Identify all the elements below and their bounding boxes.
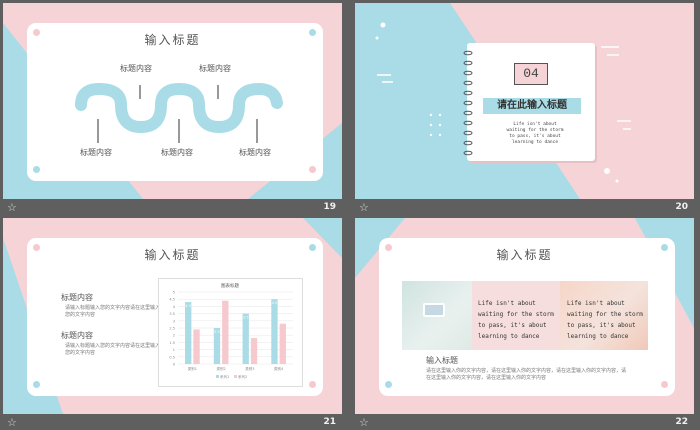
bar-chart: 图表标题 0 0.5 1 1.5 2 2.5 3 3.5 4 4.5 5 4.3 类别1 2.5 类别2 3.5…	[169, 282, 293, 379]
slide-footer: ☆ 20	[355, 199, 694, 218]
section-number-box: 04	[514, 63, 548, 85]
step-label: 标题内容	[239, 148, 271, 157]
x-tick-label: 类别1	[188, 366, 197, 371]
data-label: 4.3	[185, 304, 191, 308]
clock-icon	[252, 104, 263, 115]
note-icon	[93, 103, 103, 114]
x-tick-label: 类别3	[245, 366, 254, 371]
section-heading: 请在此输入标题	[483, 98, 581, 114]
y-tick-label: 1	[173, 348, 175, 352]
step-label: 标题内容	[120, 64, 152, 73]
slide-number: 19	[323, 202, 336, 212]
slide-title: 输入标题	[144, 248, 201, 262]
slide-number: 21	[323, 417, 336, 427]
item-heading: 标题内容	[61, 293, 93, 302]
bar	[193, 329, 200, 364]
y-tick-label: 5	[173, 291, 175, 295]
x-tick-label: 类别2	[217, 366, 226, 371]
slide-number: 22	[675, 417, 688, 427]
star-icon[interactable]: ☆	[7, 201, 17, 215]
y-tick-label: 4.5	[169, 298, 175, 302]
gear-icon	[212, 105, 223, 116]
y-tick-label: 4	[173, 305, 176, 309]
legend-label: 系列2	[238, 374, 247, 379]
y-tick-label: 2.5	[169, 327, 175, 331]
slide-thumbnail-21[interactable]: 输入标题 标题内容 请输入标题输入您的文字内容请在这里输入您的文字内容 标题内容…	[3, 218, 342, 430]
quote-text: Life isn't about waiting for the storm t…	[478, 300, 554, 340]
quote-text: Life isn't about waiting for the storm t…	[567, 300, 643, 340]
step-label: 标题内容	[80, 148, 112, 157]
slide-footer: ☆ 19	[3, 199, 342, 218]
y-tick-label: 3.5	[169, 312, 175, 316]
item-body: 请输入标题输入您的文字内容请在这里输入您的文字内容	[65, 343, 161, 356]
slide-footer: ☆ 21	[3, 414, 342, 430]
camera-icon	[133, 105, 145, 114]
bar	[271, 299, 278, 364]
y-tick-label: 0	[173, 363, 175, 367]
slide-thumbnail-19[interactable]: 输入标题 标题内容 标题内容 标题内容 标题内容 标题内容 ☆ 19	[3, 3, 342, 218]
corner-dot	[385, 381, 392, 388]
legend-swatch	[234, 375, 237, 378]
step-label: 标题内容	[199, 64, 231, 73]
laptop-icon	[423, 303, 445, 317]
star-icon[interactable]: ☆	[359, 201, 369, 215]
star-icon[interactable]: ☆	[7, 416, 17, 430]
star-icon[interactable]: ☆	[359, 416, 369, 430]
y-tick-label: 0.5	[169, 355, 175, 359]
step-label: 标题内容	[161, 148, 193, 157]
slide-footer: ☆ 22	[355, 414, 694, 430]
bar	[222, 300, 229, 364]
bar	[250, 338, 258, 364]
quote-text: Life isn't about waiting for the storm t…	[506, 122, 564, 145]
bar	[279, 323, 286, 364]
item-body: 请输入标题输入您的文字内容请在这里输入您的文字内容	[65, 305, 161, 318]
x-tick-label: 类别4	[274, 366, 284, 371]
slide-19[interactable]: 输入标题 标题内容 标题内容 标题内容 标题内容 标题内容	[3, 3, 342, 199]
slide-22[interactable]: 输入标题 Life isn't about waiting for the st…	[355, 218, 694, 414]
data-label: 3.5	[243, 316, 249, 320]
y-tick-label: 2	[173, 334, 175, 338]
corner-dot	[33, 381, 40, 388]
cloud-icon	[173, 103, 186, 112]
body-text: 请在这里输入你的文字内容，请在这里输入你的文字内容，请在这里输入你的文字内容，请…	[426, 368, 627, 381]
legend-label: 系列1	[220, 374, 229, 379]
data-label: 2.5	[214, 330, 220, 334]
subheading: 输入标题	[426, 356, 458, 365]
data-label: 4.5	[272, 301, 278, 305]
slide-21[interactable]: 输入标题 标题内容 请输入标题输入您的文字内容请在这里输入您的文字内容 标题内容…	[3, 218, 342, 414]
legend-swatch	[216, 375, 219, 378]
bar	[185, 302, 192, 364]
slide-number: 20	[675, 202, 688, 212]
slide-thumbnail-22[interactable]: 输入标题 Life isn't about waiting for the st…	[355, 218, 694, 430]
corner-dot	[309, 381, 316, 388]
y-tick-label: 1.5	[169, 341, 175, 345]
corner-dot	[661, 381, 668, 388]
slide-20[interactable]: 04 请在此输入标题 Life isn't about waiting for …	[355, 3, 694, 199]
chart-title: 图表标题	[221, 282, 239, 289]
slide-title: 输入标题	[496, 248, 553, 262]
bar	[242, 313, 249, 364]
wave-path	[75, 82, 283, 143]
slide-thumbnail-20[interactable]: 04 请在此输入标题 Life isn't about waiting for …	[355, 3, 694, 218]
y-tick-label: 3	[173, 319, 175, 323]
item-heading: 标题内容	[61, 331, 93, 340]
